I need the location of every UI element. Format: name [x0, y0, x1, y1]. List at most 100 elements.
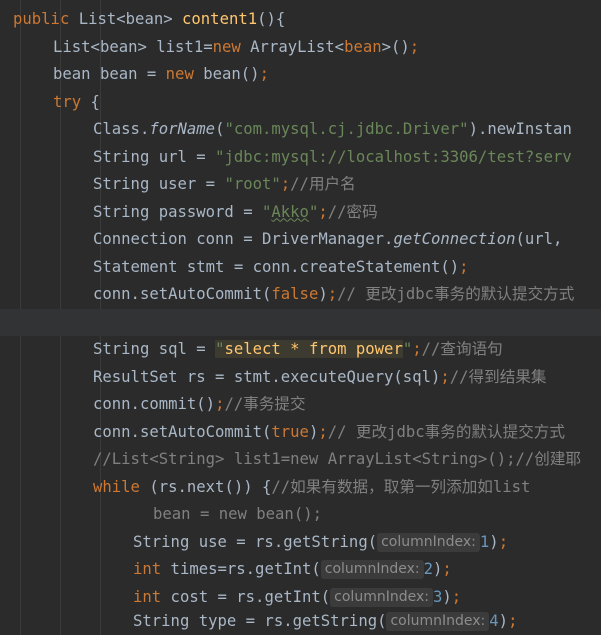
code-line-password[interactable]: String password = "Akko";//密码 — [0, 199, 601, 227]
code-text: ) — [489, 532, 499, 551]
string-quote: " — [308, 202, 319, 221]
keyword-try: try — [53, 92, 82, 111]
semicolon: ; — [442, 560, 452, 578]
code-line-statement[interactable]: Statement stmt = conn.createStatement(); — [0, 254, 601, 282]
code-text: String sql = — [93, 340, 216, 358]
code-line-commented-list[interactable]: //List<String> list1=new ArrayList<Strin… — [0, 446, 601, 474]
code-line-url[interactable]: String url = "jdbc:mysql://localhost:330… — [0, 144, 601, 172]
line-comment: // 更改jdbc事务的默认提交方式 — [327, 422, 565, 441]
code-text: bean bean = — [53, 65, 166, 83]
code-text: ) — [318, 285, 328, 303]
code-text: ResultSet rs = stmt.executeQuery(sql) — [93, 367, 441, 386]
code-line-user[interactable]: String user = "root";//用户名 — [0, 171, 601, 199]
keyword-int: int — [133, 587, 162, 606]
code-line-try[interactable]: try { — [0, 89, 601, 117]
line-comment: //用户名 — [290, 175, 356, 193]
code-text: (rs.next()) { — [139, 477, 272, 496]
punctuation: (){ — [257, 10, 286, 28]
keyword-true: true — [271, 422, 309, 441]
code-line-bean-reassign[interactable]: bean = new bean(); — [0, 501, 601, 529]
line-comment: //得到结果集 — [449, 367, 547, 386]
string-literal: "root" — [224, 175, 281, 193]
semicolon: ; — [451, 587, 462, 606]
code-text: conn.setAutoCommit( — [93, 285, 272, 303]
code-text: bean() — [193, 65, 260, 83]
line-comment: //密码 — [327, 202, 378, 221]
code-text: String password = — [93, 202, 262, 221]
string-literal: "jdbc:mysql://localhost:3306/test?serv — [215, 147, 572, 166]
code-line-connection[interactable]: Connection conn = DriverManager.getConne… — [0, 226, 601, 254]
code-text: conn.commit() — [93, 395, 216, 413]
string-literal-typo: Akko — [271, 202, 309, 221]
code-text: Statement stmt = conn.createStatement() — [93, 257, 460, 276]
code-text: ) — [432, 560, 443, 578]
code-line-method-signature[interactable]: public List<bean> content1(){ — [0, 6, 601, 34]
code-text: cost = rs.getInt( — [161, 587, 331, 606]
number-literal: 4 — [489, 611, 499, 630]
code-line-class-forname[interactable]: Class.forName("com.mysql.cj.jdbc.Driver"… — [0, 116, 601, 144]
code-text: Connection conn = DriverManager. — [93, 230, 394, 248]
semicolon: ; — [280, 175, 291, 193]
code-text: ).newInstan — [468, 120, 572, 138]
semicolon: ; — [318, 202, 328, 221]
code-text: String url = — [93, 147, 216, 166]
code-line-getstring-use[interactable]: String use = rs.getString(columnIndex: 1)… — [0, 529, 601, 557]
code-line-sql[interactable]: String sql = "select * from power";//查询语… — [0, 336, 601, 364]
keyword-new: new — [212, 37, 241, 56]
code-line-getstring-type[interactable]: String type = rs.getString(columnIndex: 4… — [0, 608, 601, 635]
code-line-autocommit-true[interactable]: conn.setAutoCommit(true);// 更改jdbc事务的默认提… — [0, 419, 601, 447]
code-line-autocommit-false[interactable]: conn.setAutoCommit(false);// 更改jdbc事务的默认… — [0, 281, 601, 309]
keyword-public: public — [13, 10, 70, 28]
static-method: getConnection — [393, 230, 516, 248]
semicolon: ; — [412, 340, 422, 358]
return-type: List<bean> — [69, 10, 183, 28]
code-text: Class. — [93, 120, 150, 138]
code-text: List<bean> list1= — [53, 37, 213, 56]
number-literal: 1 — [479, 532, 490, 551]
method-name: content1 — [182, 10, 258, 28]
parameter-hint: columnIndex: — [330, 587, 433, 607]
keyword-while: while — [93, 477, 140, 496]
code-text: ) — [308, 422, 319, 441]
parameter-hint: columnIndex: — [320, 560, 424, 579]
semicolon: ; — [508, 611, 518, 630]
code-editor[interactable]: public List<bean> content1(){ List<bean>… — [0, 0, 601, 635]
sql-injected-string: select * from power — [224, 340, 403, 358]
code-text: >() — [381, 37, 410, 56]
generic-type: bean — [344, 37, 382, 56]
static-method: forName — [149, 120, 216, 138]
line-comment: // 更改jdbc事务的默认提交方式 — [337, 285, 575, 303]
semicolon: ; — [498, 532, 509, 551]
code-line-bean-declaration[interactable]: bean bean = new bean(); — [0, 61, 601, 89]
number-literal: 3 — [432, 587, 443, 606]
code-text: String type = rs.getString( — [133, 611, 387, 630]
keyword-new: new — [165, 65, 194, 83]
semicolon: ; — [318, 422, 328, 441]
number-literal: 2 — [423, 560, 433, 578]
code-text: times=rs.getInt( — [161, 560, 321, 578]
code-text: (url, — [515, 230, 563, 248]
code-line-getint-times[interactable]: int times=rs.getInt(columnIndex: 2); — [0, 556, 601, 584]
keyword-false: false — [271, 285, 319, 303]
code-text: ArrayList< — [240, 37, 345, 56]
semicolon: ; — [459, 257, 469, 276]
code-text: String use = rs.getString( — [133, 532, 378, 551]
code-line-caret-empty[interactable] — [0, 308, 601, 336]
string-quote: " — [262, 202, 272, 221]
code-line-commit[interactable]: conn.commit();//事务提交 — [0, 391, 601, 419]
code-line-while[interactable]: while (rs.next()) {//如果有数据，取第一列添加如list — [0, 474, 601, 502]
string-literal: "com.mysql.cj.jdbc.Driver" — [224, 120, 469, 138]
line-comment: //事务提交 — [224, 395, 306, 413]
line-comment: //查询语句 — [421, 340, 503, 358]
line-comment: //List<String> list1=new ArrayList<Strin… — [93, 450, 582, 468]
keyword-int: int — [133, 560, 162, 578]
semicolon: ; — [409, 37, 420, 56]
parameter-hint: columnIndex: — [377, 532, 480, 552]
line-comment: //如果有数据，取第一列添加如list — [271, 477, 531, 496]
code-text: { — [81, 92, 100, 111]
code-text: String user = — [93, 175, 225, 193]
string-quote: " — [402, 340, 413, 358]
code-line-list-declaration[interactable]: List<bean> list1=new ArrayList<bean>(); — [0, 34, 601, 62]
code-line-resultset[interactable]: ResultSet rs = stmt.executeQuery(sql);//… — [0, 364, 601, 392]
semicolon: ; — [440, 367, 450, 386]
